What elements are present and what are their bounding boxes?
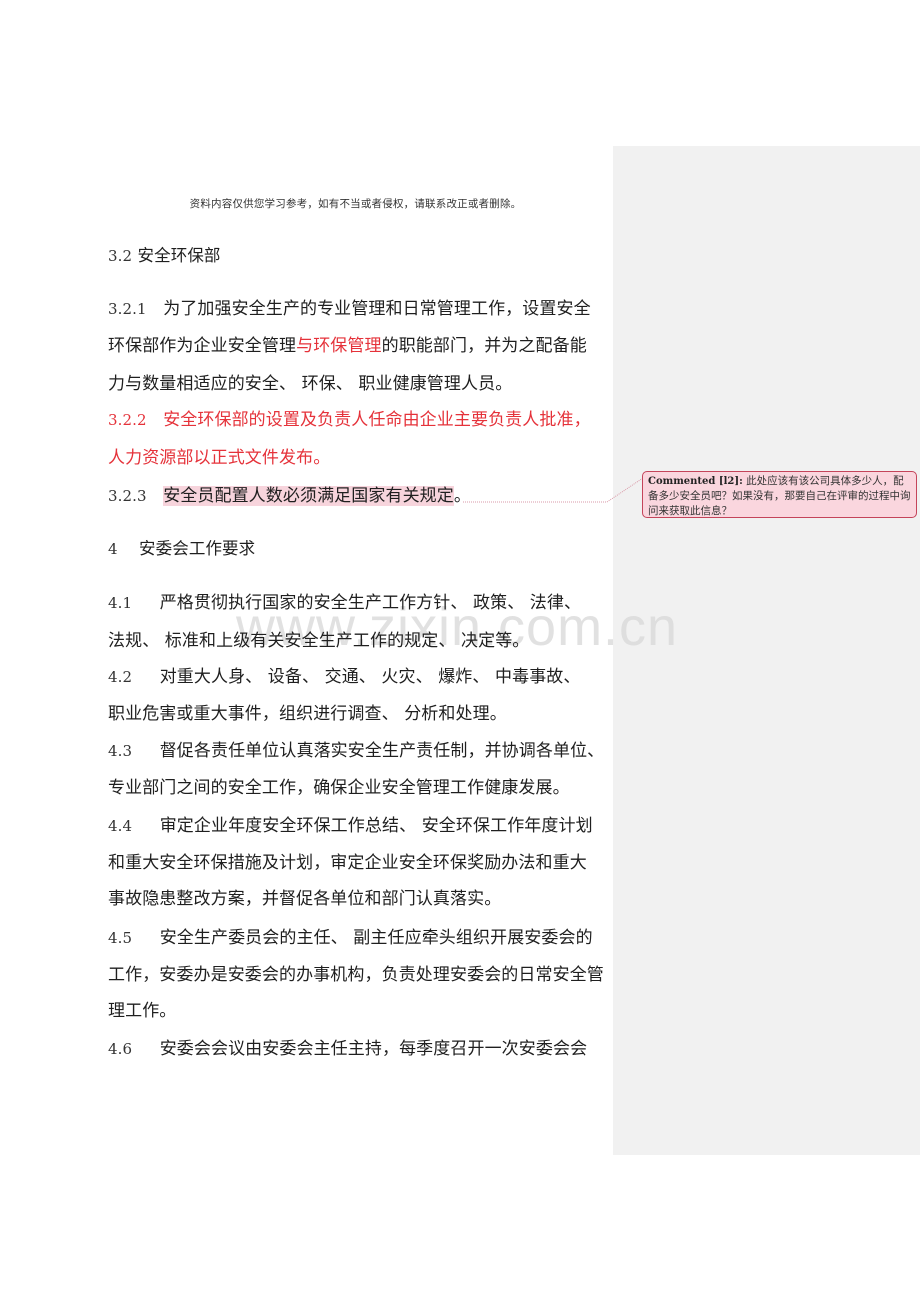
commented-text-highlight[interactable]: 安全员配置人数必须满足国家有关规定 — [163, 486, 454, 506]
clause-text: 理工作。 — [108, 1001, 177, 1021]
header-note: 资料内容仅供您学习参考，如有不当或者侵权，请联系改正或者删除。 — [189, 198, 522, 210]
heading-text: 安全环保部 — [137, 246, 221, 265]
clause-4-4-line-2[interactable]: 和重大安全环保措施及计划，审定企业安全环保奖励办法和重大 — [108, 848, 587, 873]
clause-4-4-line-3[interactable]: 事故隐患整改方案，并督促各单位和部门认真落实。 — [108, 884, 501, 909]
comment-pane — [613, 146, 920, 1155]
heading-number: 4 — [108, 540, 118, 558]
clause-4-3-line-2[interactable]: 专业部门之间的安全工作，确保企业安全管理工作健康发展。 — [108, 773, 570, 798]
clause-4-3-line-1[interactable]: 4.3 督促各责任单位认真落实安全生产责任制，并协调各单位、 — [108, 736, 604, 761]
clause-text: 法规、 标准和上级有关安全生产工作的规定、 决定等。 — [108, 631, 530, 651]
clause-number: 4.1 — [108, 594, 133, 612]
clause-4-2-line-1[interactable]: 4.2 对重大人身、 设备、 交通、 火灾、 爆炸、 中毒事故、 — [108, 662, 581, 687]
section-heading-3-2: 3.2 安全环保部 — [108, 242, 221, 266]
clause-text: 安全生产委员会的主任、 副主任应牵头组织开展安委会的 — [159, 928, 593, 948]
paragraph-text: 的职能部门，并为之配备能 — [381, 336, 587, 356]
clause-text: 审定企业年度安全环保工作总结、 安全环保工作年度计划 — [159, 816, 593, 836]
clause-text: 安委会会议由安委会主任主持，每季度召开一次安委会会 — [159, 1039, 588, 1059]
clause-4-5-line-3[interactable]: 理工作。 — [108, 996, 176, 1021]
paragraph-text: 环保部作为企业安全管理 — [108, 336, 297, 356]
clause-4-1-line-2[interactable]: 法规、 标准和上级有关安全生产工作的规定、 决定等。 — [108, 626, 529, 651]
clause-text: 和重大安全环保措施及计划，审定企业安全环保奖励办法和重大 — [108, 853, 587, 873]
clause-4-4-line-1[interactable]: 4.4 审定企业年度安全环保工作总结、 安全环保工作年度计划 — [108, 811, 593, 836]
clause-text: 督促各责任单位认真落实安全生产责任制，并协调各单位、 — [159, 741, 605, 761]
clause-4-5-line-2[interactable]: 工作，安委办是安委会的办事机构，负责处理安委会的日常安全管 — [108, 960, 604, 985]
tracked-insertion: 安全环保部的设置及负责人任命由企业主要负责人批准， — [163, 410, 591, 430]
clause-4-5-line-1[interactable]: 4.5 安全生产委员会的主任、 副主任应牵头组织开展安委会的 — [108, 923, 593, 948]
clause-text: 对重大人身、 设备、 交通、 火灾、 爆炸、 中毒事故、 — [159, 667, 581, 687]
clause-number: 4.5 — [108, 929, 133, 947]
paragraph-3-2-1-line-2[interactable]: 环保部作为企业安全管理与环保管理的职能部门，并为之配备能 — [108, 331, 587, 356]
clause-4-1-line-1[interactable]: 4.1 严格贯彻执行国家的安全生产工作方针、 政策、 法律、 — [108, 588, 581, 613]
clause-4-2-line-2[interactable]: 职业危害或重大事件，组织进行调查、 分析和处理。 — [108, 699, 507, 724]
paragraph-text: 力与数量相适应的安全、 环保、 职业健康管理人员。 — [108, 374, 513, 394]
paragraph-3-2-3[interactable]: 3.2.3 安全员配置人数必须满足国家有关规定。 — [108, 481, 471, 506]
heading-number: 3.2 — [108, 247, 133, 265]
clause-number: 3.2.2 — [108, 411, 147, 429]
section-heading-4: 4 安委会工作要求 — [108, 535, 255, 559]
heading-text: 安委会工作要求 — [139, 539, 256, 558]
clause-number: 3.2.1 — [108, 300, 147, 318]
clause-text: 事故隐患整改方案，并督促各单位和部门认真落实。 — [108, 889, 502, 909]
clause-text: 职业危害或重大事件，组织进行调查、 分析和处理。 — [108, 704, 507, 724]
comment-author: Commented [l2]: — [648, 476, 743, 487]
paragraph-3-2-2-line-1[interactable]: 3.2.2 安全环保部的设置及负责人任命由企业主要负责人批准， — [108, 405, 591, 430]
clause-number: 4.6 — [108, 1040, 133, 1058]
paragraph-text: 为了加强安全生产的专业管理和日常管理工作，设置安全 — [163, 299, 591, 319]
comment-balloon[interactable]: Commented [l2]: 此处应该有该公司具体多少人，配备多少安全员吧？如… — [642, 471, 917, 518]
document-page: www.zixin.com.cn 资料内容仅供您学习参考，如有不当或者侵权，请联… — [0, 0, 920, 1302]
paragraph-3-2-2-line-2[interactable]: 人力资源部以正式文件发布。 — [108, 443, 330, 468]
paragraph-text: 。 — [453, 486, 471, 506]
paragraph-3-2-1-line-3[interactable]: 力与数量相适应的安全、 环保、 职业健康管理人员。 — [108, 369, 512, 394]
clause-number: 4.3 — [108, 742, 133, 760]
tracked-insertion: 人力资源部以正式文件发布。 — [108, 448, 331, 468]
clause-4-6-line-1[interactable]: 4.6 安委会会议由安委会主任主持，每季度召开一次安委会会 — [108, 1034, 587, 1059]
clause-number: 3.2.3 — [108, 487, 147, 505]
clause-text: 严格贯彻执行国家的安全生产工作方针、 政策、 法律、 — [159, 593, 582, 613]
clause-text: 专业部门之间的安全工作，确保企业安全管理工作健康发展。 — [108, 778, 570, 798]
clause-number: 4.2 — [108, 668, 133, 686]
paragraph-3-2-1-line-1[interactable]: 3.2.1 为了加强安全生产的专业管理和日常管理工作，设置安全 — [108, 294, 591, 319]
tracked-insertion[interactable]: 与环保管理 — [296, 336, 382, 356]
clause-number: 4.4 — [108, 817, 133, 835]
clause-text: 工作，安委办是安委会的办事机构，负责处理安委会的日常安全管 — [108, 965, 604, 985]
